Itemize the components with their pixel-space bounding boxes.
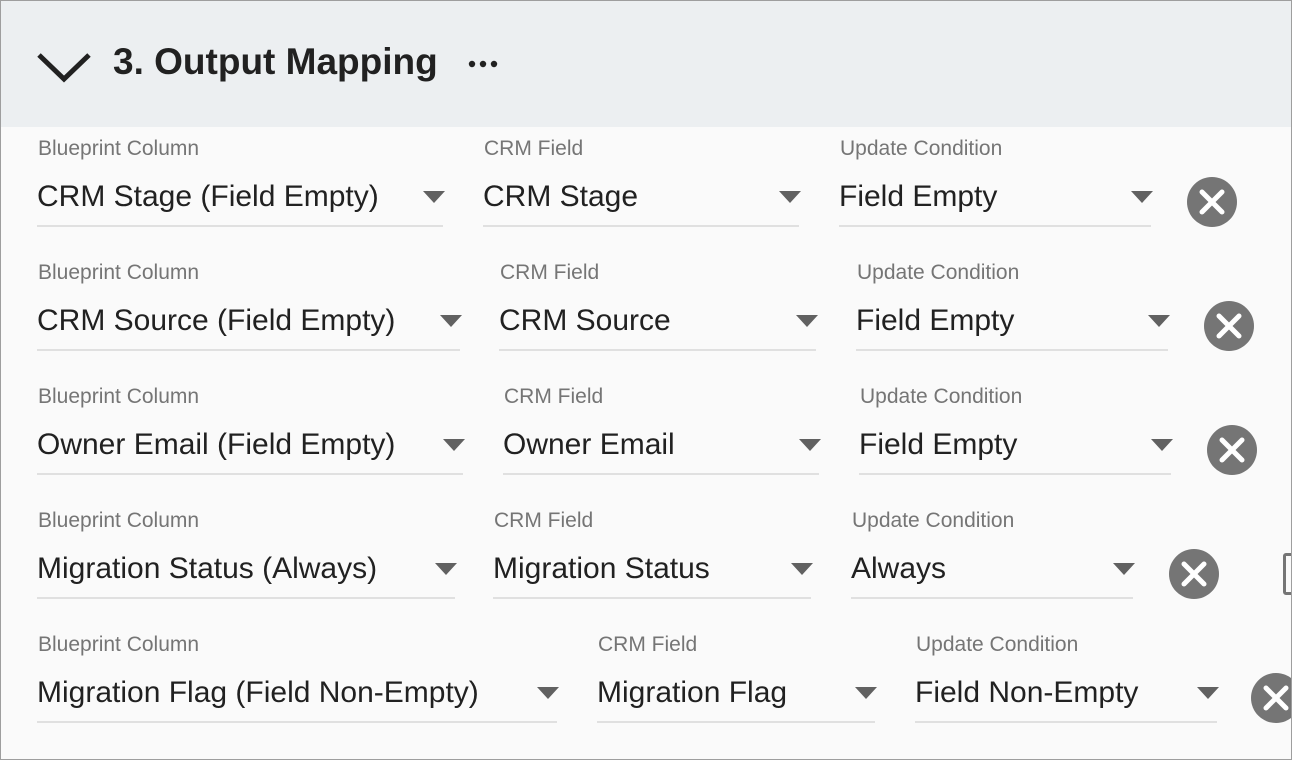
field-underline	[483, 225, 799, 227]
section-title: 3. Output Mapping	[113, 41, 438, 82]
blueprint-column-select[interactable]: Blueprint Column CRM Source (Field Empty…	[37, 251, 462, 351]
update-condition-select[interactable]: Update Condition Field Empty	[859, 375, 1173, 475]
arrow-drop-down-icon	[796, 315, 818, 327]
arrow-drop-down-icon	[779, 191, 801, 203]
update-condition-value: Always	[851, 552, 947, 585]
arrow-drop-down-icon	[537, 687, 559, 699]
blueprint-column-label: Blueprint Column	[38, 509, 200, 532]
crm-field-select[interactable]: CRM Field Migration Flag	[597, 623, 877, 723]
update-condition-value: Field Non-Empty	[915, 676, 1139, 709]
blueprint-column-value: CRM Stage (Field Empty)	[37, 180, 379, 213]
crm-field-value: CRM Stage	[483, 180, 639, 213]
blueprint-column-select[interactable]: Blueprint Column CRM Stage (Field Empty)	[37, 127, 445, 227]
update-condition-select[interactable]: Update Condition Field Non-Empty	[915, 623, 1219, 723]
close-icon	[1219, 437, 1245, 463]
blueprint-column-label: Blueprint Column	[38, 385, 200, 408]
update-condition-select[interactable]: Update Condition Field Empty	[856, 251, 1170, 351]
crm-field-label: CRM Field	[484, 137, 584, 160]
field-underline	[851, 597, 1133, 599]
arrow-drop-down-icon	[440, 315, 462, 327]
section-header[interactable]: 3. Output Mapping	[1, 1, 1291, 127]
arrow-drop-down-icon	[423, 191, 445, 203]
mapping-row: Blueprint Column Owner Email (Field Empt…	[1, 375, 1291, 499]
blueprint-column-value: Owner Email (Field Empty)	[37, 428, 396, 461]
blueprint-column-label: Blueprint Column	[38, 633, 200, 656]
crm-field-label: CRM Field	[504, 385, 604, 408]
update-condition-label: Update Condition	[857, 261, 1020, 284]
crm-field-value: CRM Source	[499, 304, 671, 337]
field-underline	[37, 349, 460, 351]
crm-field-select[interactable]: CRM Field CRM Stage	[483, 127, 801, 227]
update-condition-label: Update Condition	[852, 509, 1015, 532]
crm-field-value: Migration Status	[493, 552, 710, 585]
arrow-drop-down-icon	[799, 439, 821, 451]
blueprint-column-value: Migration Status (Always)	[37, 552, 378, 585]
arrow-drop-down-icon	[435, 563, 457, 575]
field-underline	[37, 721, 557, 723]
field-underline	[37, 597, 455, 599]
more-horizontal-icon[interactable]	[467, 57, 499, 71]
remove-mapping-button[interactable]	[1204, 301, 1254, 351]
scrollbar-handle[interactable]	[1283, 553, 1291, 595]
update-condition-value: Field Empty	[839, 180, 998, 213]
close-icon	[1263, 685, 1289, 711]
update-condition-select[interactable]: Update Condition Always	[851, 499, 1135, 599]
field-underline	[856, 349, 1168, 351]
field-underline	[37, 473, 463, 475]
blueprint-column-label: Blueprint Column	[38, 137, 200, 160]
crm-field-label: CRM Field	[494, 509, 594, 532]
update-condition-label: Update Condition	[916, 633, 1079, 656]
crm-field-select[interactable]: CRM Field Owner Email	[503, 375, 821, 475]
crm-field-value: Owner Email	[503, 428, 675, 461]
crm-field-select[interactable]: CRM Field Migration Status	[493, 499, 813, 599]
field-underline	[915, 721, 1217, 723]
remove-mapping-button[interactable]	[1207, 425, 1257, 475]
arrow-drop-down-icon	[1148, 315, 1170, 327]
arrow-drop-down-icon	[443, 439, 465, 451]
blueprint-column-label: Blueprint Column	[38, 261, 200, 284]
arrow-drop-down-icon	[1151, 439, 1173, 451]
blueprint-column-select[interactable]: Blueprint Column Owner Email (Field Empt…	[37, 375, 465, 475]
arrow-drop-down-icon	[1131, 191, 1153, 203]
field-underline	[503, 473, 819, 475]
mapping-row: Blueprint Column CRM Source (Field Empty…	[1, 251, 1291, 375]
field-underline	[37, 225, 443, 227]
close-icon	[1181, 561, 1207, 587]
crm-field-label: CRM Field	[598, 633, 698, 656]
arrow-drop-down-icon	[791, 563, 813, 575]
field-underline	[839, 225, 1151, 227]
field-underline	[493, 597, 811, 599]
mapping-row: Blueprint Column CRM Stage (Field Empty)…	[1, 127, 1291, 251]
close-icon	[1216, 313, 1242, 339]
update-condition-label: Update Condition	[860, 385, 1023, 408]
arrow-drop-down-icon	[1197, 687, 1219, 699]
remove-mapping-button[interactable]	[1169, 549, 1219, 599]
update-condition-label: Update Condition	[840, 137, 1003, 160]
crm-field-label: CRM Field	[500, 261, 600, 284]
output-mapping-panel: 3. Output Mapping Blueprint Column CRM S…	[0, 0, 1292, 760]
close-icon	[1199, 189, 1225, 215]
blueprint-column-select[interactable]: Blueprint Column Migration Status (Alway…	[37, 499, 457, 599]
update-condition-value: Field Empty	[856, 304, 1015, 337]
field-underline	[499, 349, 816, 351]
field-underline	[859, 473, 1171, 475]
update-condition-select[interactable]: Update Condition Field Empty	[839, 127, 1153, 227]
mapping-row: Blueprint Column Migration Status (Alway…	[1, 499, 1291, 623]
remove-mapping-button[interactable]	[1187, 177, 1237, 227]
field-underline	[597, 721, 875, 723]
crm-field-select[interactable]: CRM Field CRM Source	[499, 251, 818, 351]
arrow-drop-down-icon	[1113, 563, 1135, 575]
update-condition-value: Field Empty	[859, 428, 1018, 461]
blueprint-column-value: CRM Source (Field Empty)	[37, 304, 396, 337]
arrow-drop-down-icon	[855, 687, 877, 699]
blueprint-column-value: Migration Flag (Field Non-Empty)	[37, 676, 479, 709]
mapping-row: Blueprint Column Migration Flag (Field N…	[1, 623, 1291, 747]
remove-mapping-button[interactable]	[1251, 673, 1291, 723]
crm-field-value: Migration Flag	[597, 676, 788, 709]
blueprint-column-select[interactable]: Blueprint Column Migration Flag (Field N…	[37, 623, 559, 723]
chevron-down-icon[interactable]	[35, 45, 93, 85]
